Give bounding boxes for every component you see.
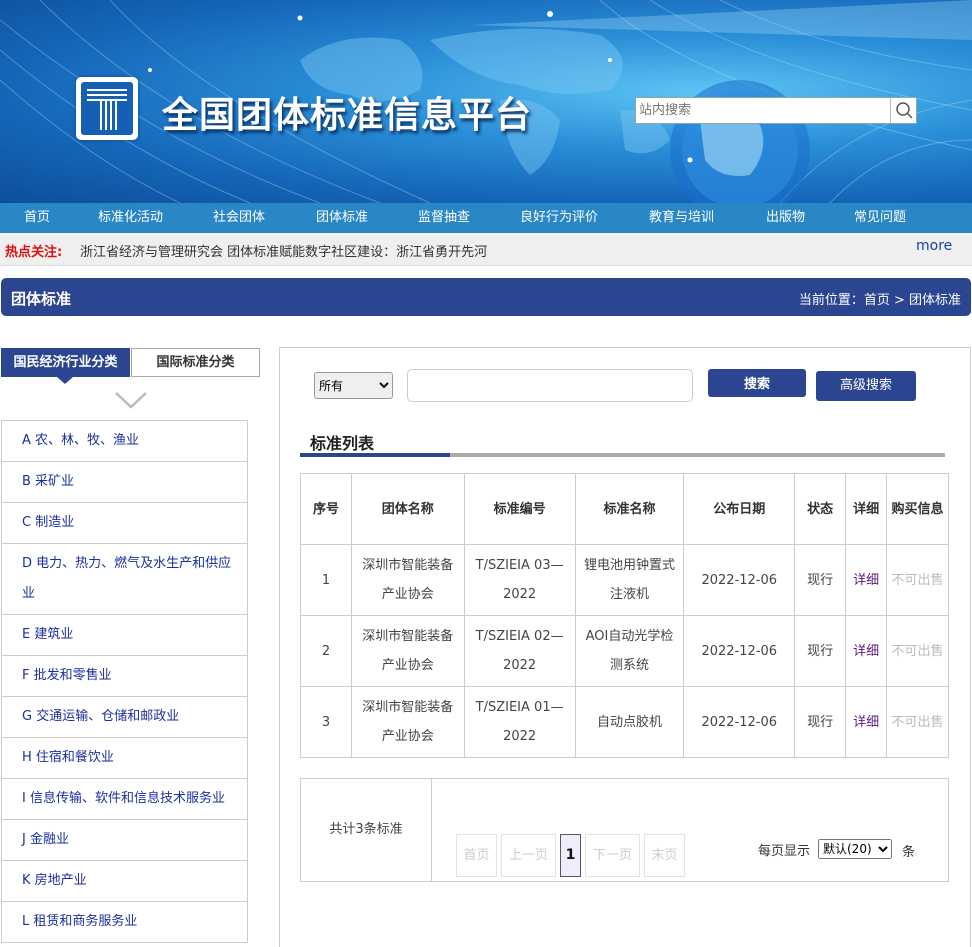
cell-purchase: 不可出售: [886, 615, 949, 687]
list-title-highlight: [300, 453, 450, 457]
column-header: 序号: [300, 473, 352, 545]
header-banner: 全国团体标准信息平台: [0, 0, 972, 203]
column-header: 标准名称: [574, 473, 685, 545]
detail-link[interactable]: 详细: [845, 615, 888, 687]
cell-organization: 深圳市智能装备产业协会: [350, 615, 465, 687]
hot-topics-bar: 热点关注: 浙江省经济与管理研究会 团体标准赋能数字社区建设：浙江省勇开先河 m…: [0, 233, 972, 266]
category-item-l[interactable]: L 租赁和商务服务业: [1, 902, 248, 943]
column-header: 购买信息: [886, 473, 949, 545]
cell-status: 现行: [794, 615, 847, 687]
table-row: 3 深圳市智能装备产业协会 T/SZIEIA 01—2022 自动点胶机 202…: [300, 686, 949, 758]
hot-topics-link[interactable]: 浙江省经济与管理研究会 团体标准赋能数字社区建设：浙江省勇开先河: [80, 241, 487, 260]
table-row: 2 深圳市智能装备产业协会 T/SZIEIA 02—2022 AOI自动光学检测…: [300, 615, 949, 687]
cell-standard-name[interactable]: 锂电池用钟置式注液机: [574, 544, 685, 616]
nav-item-inspection[interactable]: 监督抽查: [418, 203, 470, 233]
column-header: 状态: [794, 473, 847, 545]
site-title: 全国团体标准信息平台: [162, 95, 533, 136]
next-page-button[interactable]: 下一页: [585, 834, 640, 877]
nav-item-good-behavior[interactable]: 良好行为评价: [520, 203, 598, 233]
search-button[interactable]: 搜索: [708, 369, 806, 397]
pagination: 共计3条标准 首页 上一页 1 下一页 末页 每页显示 默认(20) 条: [300, 778, 949, 882]
tab-industry-classification[interactable]: 国民经济行业分类: [1, 348, 130, 377]
category-item-j[interactable]: J 金融业: [1, 820, 248, 861]
last-page-button[interactable]: 末页: [644, 834, 685, 877]
cell-standard-code: T/SZIEIA 03—2022: [463, 544, 576, 616]
nav-item-group-standards[interactable]: 团体标准: [316, 203, 368, 233]
nav-item-organizations[interactable]: 社会团体: [213, 203, 265, 233]
page-title: 团体标准: [11, 290, 72, 308]
hot-topics-label: 热点关注:: [5, 245, 63, 260]
cell-organization: 深圳市智能装备产业协会: [350, 544, 465, 616]
category-item-e[interactable]: E 建筑业: [1, 615, 248, 656]
column-header: 公布日期: [683, 473, 796, 545]
cell-standard-code: T/SZIEIA 02—2022: [463, 615, 576, 687]
category-item-i[interactable]: I 信息传输、软件和信息技术服务业: [1, 779, 248, 820]
prev-page-button[interactable]: 上一页: [501, 834, 556, 877]
site-search-input[interactable]: [636, 98, 888, 123]
detail-link[interactable]: 详细: [845, 686, 888, 758]
category-item-h[interactable]: H 住宿和餐饮业: [1, 738, 248, 779]
cell-index: 1: [300, 544, 352, 616]
category-item-k[interactable]: K 房地产业: [1, 861, 248, 902]
chevron-down-icon[interactable]: [114, 390, 148, 410]
cell-date: 2022-12-06: [683, 686, 796, 758]
hot-topics-more-link[interactable]: more: [916, 238, 952, 254]
page-size-select[interactable]: 默认(20): [818, 839, 892, 859]
cell-status: 现行: [794, 686, 847, 758]
first-page-button[interactable]: 首页: [456, 834, 497, 877]
standards-table: 序号 团体名称 标准编号 标准名称 公布日期 状态 详细 购买信息 1 深圳市智…: [300, 473, 949, 758]
total-count: 共计3条标准: [301, 779, 432, 881]
cell-organization: 深圳市智能装备产业协会: [350, 686, 465, 758]
cell-purchase: 不可出售: [886, 686, 949, 758]
search-icon: [896, 102, 913, 119]
detail-link[interactable]: 详细: [845, 544, 888, 616]
breadcrumb[interactable]: 当前位置：首页 > 团体标准: [799, 289, 961, 308]
cell-date: 2022-12-06: [683, 544, 796, 616]
cell-index: 2: [300, 615, 352, 687]
nav-item-home[interactable]: 首页: [24, 203, 50, 233]
nav-item-education[interactable]: 教育与培训: [649, 203, 714, 233]
cell-date: 2022-12-06: [683, 615, 796, 687]
page-size-unit: 条: [902, 845, 916, 860]
site-search-button[interactable]: [890, 98, 916, 123]
category-item-f[interactable]: F 批发和零售业: [1, 656, 248, 697]
nav-item-standardization[interactable]: 标准化活动: [98, 203, 163, 233]
category-item-c[interactable]: C 制造业: [1, 503, 248, 544]
table-row: 1 深圳市智能装备产业协会 T/SZIEIA 03—2022 锂电池用钟置式注液…: [300, 544, 949, 616]
page-title-bar: 团体标准 当前位置：首页 > 团体标准: [1, 278, 971, 316]
current-page[interactable]: 1: [560, 834, 581, 877]
page-size-label: 每页显示: [758, 844, 811, 859]
active-tab-pointer: [57, 377, 73, 384]
column-header: 详细: [845, 473, 888, 545]
keyword-input[interactable]: [407, 369, 693, 402]
site-logo[interactable]: [76, 77, 138, 140]
site-search: [635, 97, 917, 124]
cell-standard-code: T/SZIEIA 01—2022: [463, 686, 576, 758]
column-header: 团体名称: [350, 473, 465, 545]
list-title: 标准列表: [310, 434, 375, 453]
logo-t-icon: [87, 89, 127, 130]
advanced-search-button[interactable]: 高级搜索: [816, 371, 916, 401]
cell-standard-name[interactable]: AOI自动光学检测系统: [574, 615, 685, 687]
category-item-g[interactable]: G 交通运输、仓储和邮政业: [1, 697, 248, 738]
scope-select[interactable]: 所有: [314, 372, 393, 399]
cell-index: 3: [300, 686, 352, 758]
cell-purchase: 不可出售: [886, 544, 949, 616]
category-item-b[interactable]: B 采矿业: [1, 462, 248, 503]
cell-standard-name[interactable]: 自动点胶机: [574, 686, 685, 758]
nav-item-publications[interactable]: 出版物: [766, 203, 805, 233]
table-header-row: 序号 团体名称 标准编号 标准名称 公布日期 状态 详细 购买信息: [300, 473, 949, 545]
nav-item-faq[interactable]: 常见问题: [854, 203, 906, 233]
column-header: 标准编号: [463, 473, 576, 545]
cell-status: 现行: [794, 544, 847, 616]
category-item-a[interactable]: A 农、林、牧、渔业: [1, 420, 248, 462]
main-nav: 首页 标准化活动 社会团体 团体标准 监督抽查 良好行为评价 教育与培训 出版物…: [0, 203, 972, 233]
tab-international-classification[interactable]: 国际标准分类: [131, 348, 260, 377]
category-item-d[interactable]: D 电力、热力、燃气及水生产和供应业: [1, 544, 248, 615]
list-title-underline: [300, 453, 945, 457]
